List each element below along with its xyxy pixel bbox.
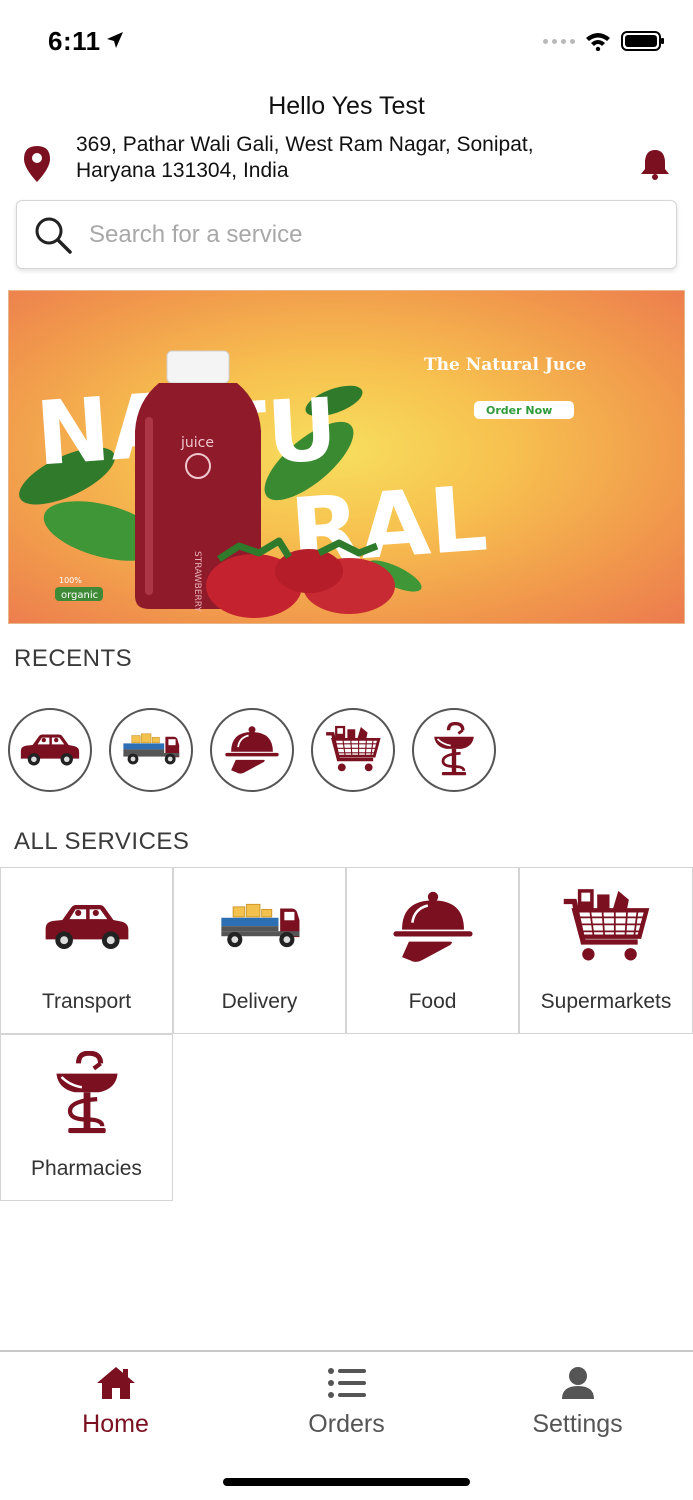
service-tile-supermarkets[interactable]: Supermarkets bbox=[519, 867, 693, 1034]
recent-transport[interactable] bbox=[8, 708, 92, 792]
recents-list bbox=[8, 708, 496, 792]
delivery-truck-icon bbox=[218, 900, 302, 954]
notification-bell-icon[interactable] bbox=[640, 148, 670, 180]
organic-badge-top: 100% bbox=[59, 576, 82, 585]
address-row[interactable]: 369, Pathar Wali Gali, West Ram Nagar, S… bbox=[0, 132, 693, 188]
delivery-truck-icon bbox=[121, 731, 181, 769]
pharmacy-icon bbox=[432, 722, 476, 778]
service-label: Supermarkets bbox=[540, 990, 672, 1013]
order-now-button[interactable]: Order Now bbox=[486, 404, 552, 417]
service-label: Transport bbox=[41, 990, 132, 1013]
car-icon bbox=[43, 899, 131, 955]
tab-label: Orders bbox=[308, 1410, 385, 1438]
recent-pharmacies[interactable] bbox=[412, 708, 496, 792]
recents-title: RECENTS bbox=[14, 645, 133, 672]
tab-home[interactable]: Home bbox=[0, 1352, 231, 1452]
service-tile-delivery[interactable]: Delivery bbox=[173, 867, 346, 1034]
service-tile-pharmacies[interactable]: Pharmacies bbox=[0, 1034, 173, 1201]
search-input[interactable] bbox=[89, 201, 669, 268]
car-icon bbox=[19, 730, 81, 770]
recent-delivery[interactable] bbox=[109, 708, 193, 792]
status-bar: 6:11 bbox=[0, 0, 693, 84]
service-tile-transport[interactable]: Transport bbox=[0, 867, 173, 1034]
location-arrow-icon bbox=[107, 32, 123, 48]
recent-food[interactable] bbox=[210, 708, 294, 792]
wifi-icon bbox=[586, 33, 610, 51]
organic-badge: organic bbox=[61, 590, 98, 601]
juice-banner-illustration: NA TU RAL juice STRAWBERRY 100% organic … bbox=[19, 350, 587, 618]
bottle-label: juice bbox=[180, 435, 214, 451]
home-icon bbox=[96, 1367, 135, 1399]
promo-banner[interactable]: NA TU RAL juice STRAWBERRY 100% organic … bbox=[8, 290, 685, 624]
banner-headline: The Natural Juce bbox=[424, 355, 587, 375]
location-pin-icon bbox=[24, 146, 50, 182]
tab-label: Home bbox=[82, 1410, 149, 1438]
food-cloche-icon bbox=[390, 887, 476, 967]
search-icon bbox=[35, 217, 72, 254]
tab-settings[interactable]: Settings bbox=[462, 1352, 693, 1452]
service-label: Food bbox=[408, 990, 457, 1013]
shopping-cart-icon bbox=[325, 724, 381, 776]
list-icon bbox=[327, 1368, 366, 1398]
pharmacy-icon bbox=[53, 1051, 121, 1137]
tab-orders[interactable]: Orders bbox=[231, 1352, 462, 1452]
service-label: Pharmacies bbox=[31, 1157, 142, 1180]
cellular-signal-icon bbox=[543, 38, 575, 44]
status-indicators bbox=[543, 30, 665, 52]
service-label: Delivery bbox=[221, 990, 298, 1013]
user-icon bbox=[561, 1367, 594, 1399]
status-time: 6:11 bbox=[48, 26, 101, 56]
search-bar[interactable] bbox=[16, 200, 677, 269]
greeting-title: Hello Yes Test bbox=[268, 92, 425, 120]
bottle-flavor: STRAWBERRY bbox=[192, 551, 202, 612]
tab-label: Settings bbox=[532, 1410, 623, 1438]
food-cloche-icon bbox=[223, 722, 281, 778]
service-tile-food[interactable]: Food bbox=[346, 867, 519, 1034]
all-services-title: ALL SERVICES bbox=[14, 828, 190, 855]
battery-icon bbox=[621, 31, 664, 51]
recent-supermarkets[interactable] bbox=[311, 708, 395, 792]
delivery-address: 369, Pathar Wali Gali, West Ram Nagar, S… bbox=[76, 133, 534, 182]
home-indicator bbox=[223, 1478, 470, 1486]
shopping-cart-icon bbox=[562, 886, 650, 968]
